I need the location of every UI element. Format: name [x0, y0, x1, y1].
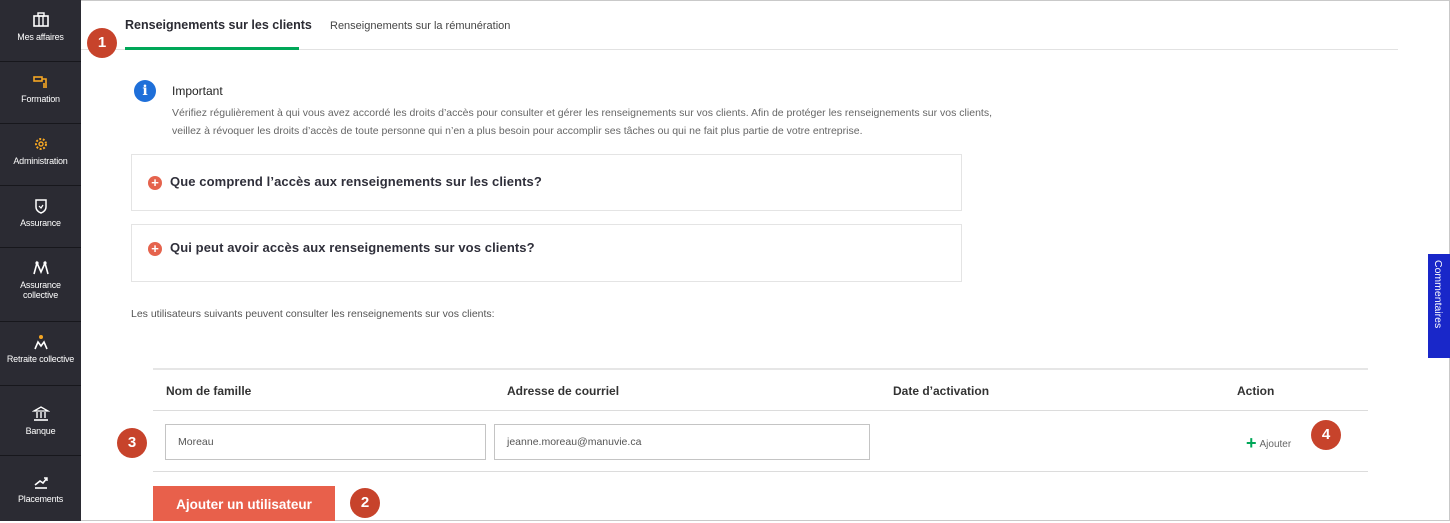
shield-icon	[34, 199, 47, 214]
accordion-title: Que comprend l’accès aux renseignements …	[170, 174, 542, 189]
column-header-activation-date: Date d’activation	[893, 384, 990, 398]
bank-icon	[31, 406, 50, 421]
sidebar-item-label: Placements	[17, 494, 64, 504]
sidebar-item-administration[interactable]: Administration	[0, 124, 81, 186]
sidebar-item-mes-affaires[interactable]: Mes affaires	[0, 0, 81, 62]
accordion-who-can-access[interactable]: + Qui peut avoir accès aux renseignement…	[131, 224, 962, 282]
sidebar-item-label: Retraite collective	[6, 354, 75, 364]
sidebar-item-label: Assurance collective	[20, 280, 61, 300]
plus-icon: +	[1246, 433, 1257, 453]
plus-circle-icon: +	[148, 242, 162, 256]
sidebar-item-label: Mes affaires	[17, 32, 64, 42]
step-badge-3: 3	[117, 428, 147, 458]
step-badge-1: 1	[87, 28, 117, 58]
training-icon	[32, 76, 47, 88]
table-top-rule	[153, 368, 1368, 370]
sidebar-item-label: Assurance	[20, 218, 61, 228]
table-header-rule	[153, 410, 1368, 411]
accordion-client-access[interactable]: + Que comprend l’accès aux renseignement…	[131, 154, 962, 211]
active-tab-indicator	[125, 47, 299, 50]
gear-icon	[34, 138, 47, 150]
sidebar-item-label: Banque	[25, 426, 56, 436]
tab-client-information[interactable]: Renseignements sur les clients	[125, 18, 312, 32]
column-header-last-name: Nom de famille	[166, 384, 252, 398]
column-header-action: Action	[1237, 384, 1275, 398]
step-badge-4: 4	[1311, 420, 1341, 450]
info-title: Important	[172, 84, 223, 98]
users-intro-text: Les utilisateurs suivants peuvent consul…	[131, 308, 495, 320]
group-icon	[32, 260, 49, 275]
step-badge-2: 2	[350, 488, 380, 518]
sidebar-item-formation[interactable]: Formation	[0, 62, 81, 124]
sidebar-item-placements[interactable]: Placements	[0, 456, 81, 521]
retirement-icon	[33, 335, 48, 350]
sidebar-item-assurance-collective[interactable]: Assurance collective	[0, 248, 81, 322]
feedback-label: Commentaires	[1432, 260, 1444, 329]
info-text: Vérifiez régulièrement à qui vous avez a…	[172, 107, 992, 137]
add-row-label: Ajouter	[1259, 439, 1292, 450]
table-bottom-rule	[153, 471, 1368, 472]
sidebar-item-assurance[interactable]: Assurance	[0, 186, 81, 248]
add-user-button[interactable]: Ajouter un utilisateur	[153, 486, 335, 521]
sidebar-item-banque[interactable]: Banque	[0, 386, 81, 456]
column-header-email: Adresse de courriel	[507, 384, 620, 398]
sidebar-item-retraite-collective[interactable]: Retraite collective	[0, 322, 81, 386]
chart-up-icon	[34, 477, 48, 489]
tab-compensation-information[interactable]: Renseignements sur la rémunération	[330, 20, 510, 32]
last-name-input[interactable]: Moreau	[165, 424, 486, 460]
plus-circle-icon: +	[148, 176, 162, 190]
feedback-tab[interactable]: Commentaires	[1428, 254, 1450, 358]
add-row-link[interactable]: + Ajouter	[1246, 433, 1291, 454]
sidebar: Mes affaires Formation Administration As…	[0, 0, 81, 521]
briefcase-icon	[32, 12, 49, 27]
info-icon: i	[134, 80, 156, 102]
sidebar-item-label: Formation	[21, 94, 60, 104]
email-input[interactable]: jeanne.moreau@manuvie.ca	[494, 424, 870, 460]
accordion-title: Qui peut avoir accès aux renseignements …	[170, 240, 535, 255]
sidebar-item-label: Administration	[13, 156, 68, 166]
